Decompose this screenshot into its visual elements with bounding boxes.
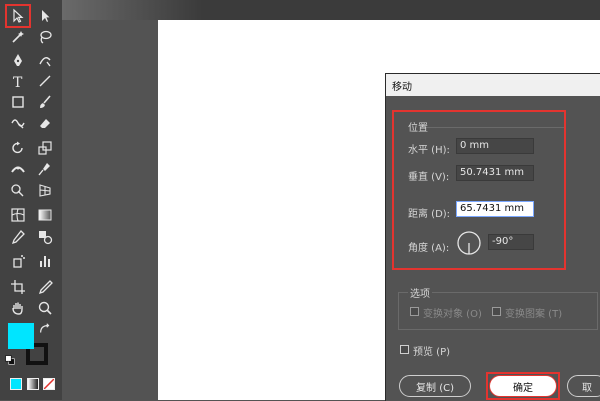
paintbrush-icon[interactable] <box>34 93 56 111</box>
scale-icon[interactable] <box>34 139 56 157</box>
fill-swatch[interactable] <box>8 323 34 349</box>
swap-colors-icon[interactable] <box>38 322 52 336</box>
tools-panel: T <box>0 0 62 400</box>
color-mode-icon[interactable] <box>10 378 22 390</box>
eraser-icon[interactable] <box>34 114 56 132</box>
preview-label: 预览 (P) <box>413 347 451 358</box>
options-group-label: 选项 <box>408 285 432 300</box>
curvature-pen-icon[interactable] <box>34 51 56 69</box>
svg-text:T: T <box>13 75 23 89</box>
transform-objects-checkbox[interactable] <box>410 307 419 316</box>
magic-wand-icon[interactable] <box>7 28 29 46</box>
gradient-mode-icon[interactable] <box>27 378 39 390</box>
pen-icon[interactable] <box>7 51 29 69</box>
symbol-sprayer-icon[interactable] <box>7 252 29 270</box>
direct-selection-tool-icon[interactable] <box>34 7 56 25</box>
column-graph-icon[interactable] <box>34 252 56 270</box>
cancel-button[interactable]: 取 <box>567 375 600 397</box>
shape-builder-icon[interactable] <box>7 181 29 199</box>
rectangle-tool-icon[interactable] <box>7 93 29 111</box>
transform-patterns-label: 变换图案 (T) <box>505 309 563 320</box>
type-tool-icon[interactable]: T <box>7 72 29 90</box>
transform-patterns-checkbox[interactable] <box>492 307 501 316</box>
position-highlight-box <box>392 110 566 270</box>
move-dialog: 移动 位置 水平 (H): 0 mm 垂直 (V): 50.7431 mm 距离… <box>385 73 600 401</box>
copy-button[interactable]: 复制 (C) <box>399 375 471 397</box>
dialog-title: 移动 <box>392 82 412 93</box>
blend-icon[interactable] <box>34 228 56 246</box>
lasso-icon[interactable] <box>34 28 56 46</box>
perspective-grid-icon[interactable] <box>34 181 56 199</box>
shaper-tool-icon[interactable] <box>7 114 29 132</box>
slice-icon[interactable] <box>34 278 56 296</box>
default-colors-icon[interactable] <box>5 355 15 365</box>
control-bar <box>62 0 600 20</box>
line-tool-icon[interactable] <box>34 72 56 90</box>
rotate-icon[interactable] <box>7 139 29 157</box>
gradient-icon[interactable] <box>34 206 56 224</box>
mesh-icon[interactable] <box>7 206 29 224</box>
selection-tool-icon[interactable] <box>7 7 29 25</box>
puppet-warp-icon[interactable] <box>34 160 56 178</box>
preview-checkbox[interactable] <box>400 345 409 354</box>
artboard-icon[interactable] <box>7 278 29 296</box>
eyedropper-icon[interactable] <box>7 228 29 246</box>
zoom-icon[interactable] <box>34 299 56 317</box>
dialog-titlebar: 移动 <box>386 74 600 96</box>
hand-icon[interactable] <box>7 299 29 317</box>
width-tool-icon[interactable] <box>7 160 29 178</box>
transform-objects-label: 变换对象 (O) <box>423 309 482 320</box>
none-mode-icon[interactable] <box>43 378 55 390</box>
ok-highlight-box <box>486 372 560 400</box>
